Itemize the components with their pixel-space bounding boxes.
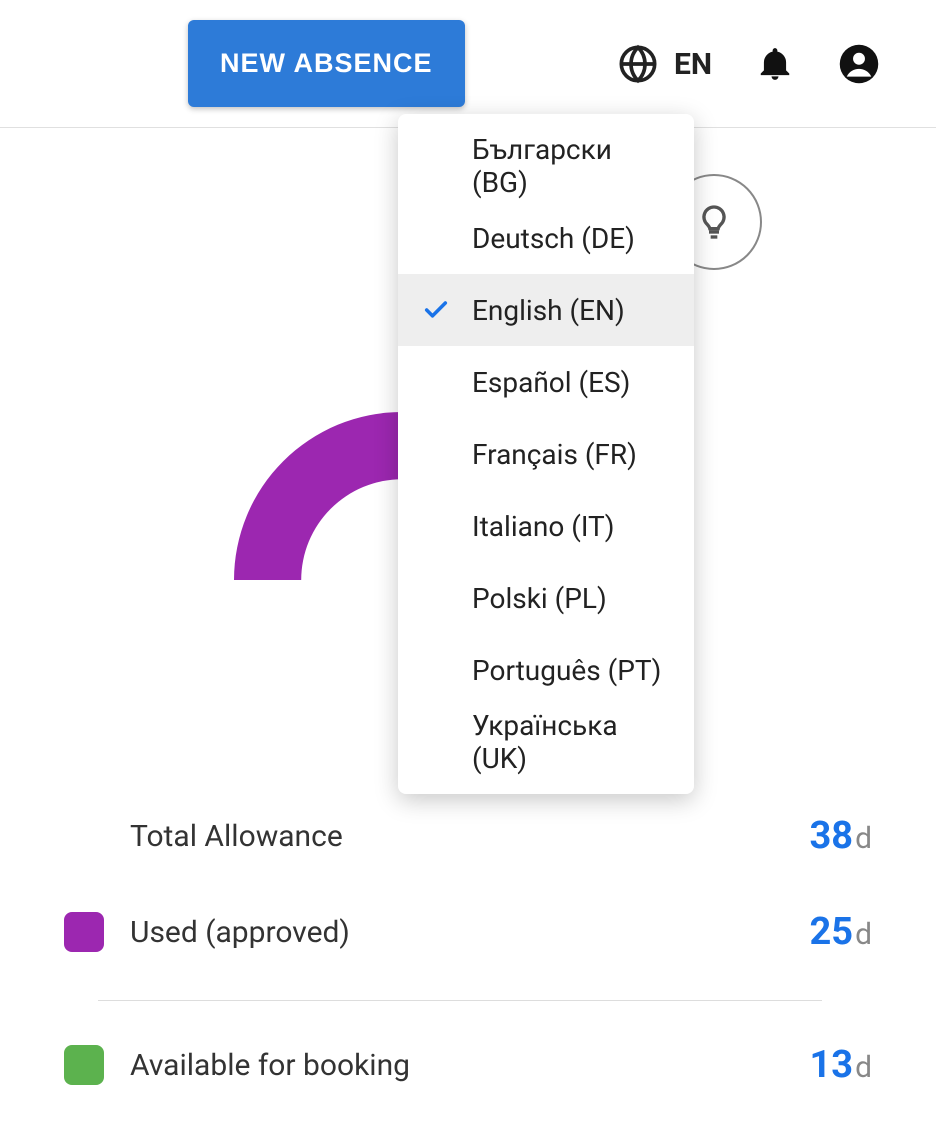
- color-swatch-used: [64, 912, 104, 952]
- check-icon: [422, 296, 472, 324]
- app-header: NEW ABSENCE EN: [0, 0, 936, 128]
- language-option[interactable]: English (EN): [398, 274, 694, 346]
- language-option[interactable]: Português (PT): [398, 634, 694, 706]
- stat-label: Used (approved): [130, 915, 809, 950]
- color-swatch-available: [64, 1045, 104, 1085]
- stat-unit: d: [855, 821, 872, 856]
- language-option[interactable]: Français (FR): [398, 418, 694, 490]
- language-option-label: Italiano (IT): [472, 510, 670, 543]
- allowance-stats: Total Allowance 38 d Used (approved) 25 …: [64, 808, 872, 1133]
- header-right: EN: [618, 0, 880, 128]
- language-option-label: Deutsch (DE): [472, 222, 670, 255]
- globe-icon: [618, 44, 658, 84]
- stat-divider: [98, 1000, 822, 1001]
- stat-number: 13: [809, 1043, 853, 1087]
- account-icon[interactable]: [838, 43, 880, 85]
- language-option[interactable]: Polski (PL): [398, 562, 694, 634]
- stat-number: 25: [809, 910, 853, 954]
- stat-unit: d: [855, 1050, 872, 1085]
- language-menu: Български (BG) Deutsch (DE) English (EN) Es…: [398, 114, 694, 794]
- language-option-label: Português (PT): [472, 654, 670, 687]
- stat-available: Available for booking 13 d: [64, 1037, 872, 1093]
- language-option-label: Українська (UK): [472, 709, 670, 775]
- language-switcher[interactable]: EN: [618, 44, 712, 84]
- language-option-label: Polski (PL): [472, 582, 670, 615]
- language-option[interactable]: Italiano (IT): [398, 490, 694, 562]
- language-option[interactable]: Български (BG): [398, 130, 694, 202]
- language-option-label: Български (BG): [472, 133, 670, 199]
- language-option[interactable]: Deutsch (DE): [398, 202, 694, 274]
- stat-value: 13 d: [809, 1043, 872, 1087]
- language-code-label: EN: [674, 47, 712, 82]
- stat-used-approved: Used (approved) 25 d: [64, 904, 872, 960]
- language-option[interactable]: Español (ES): [398, 346, 694, 418]
- language-option[interactable]: Українська (UK): [398, 706, 694, 778]
- language-option-label: English (EN): [472, 294, 670, 327]
- lightbulb-icon: [694, 202, 734, 242]
- new-absence-button[interactable]: NEW ABSENCE: [188, 20, 465, 107]
- stat-total-allowance: Total Allowance 38 d: [64, 808, 872, 864]
- language-option-label: Français (FR): [472, 438, 670, 471]
- stat-unit: d: [855, 917, 872, 952]
- stat-label: Total Allowance: [130, 819, 809, 854]
- stat-value: 38 d: [809, 814, 872, 858]
- language-option-label: Español (ES): [472, 366, 670, 399]
- stat-number: 38: [809, 814, 853, 858]
- bell-icon[interactable]: [756, 45, 794, 83]
- stat-label: Available for booking: [130, 1048, 809, 1083]
- stat-value: 25 d: [809, 910, 872, 954]
- donut-used-arc: [234, 412, 402, 580]
